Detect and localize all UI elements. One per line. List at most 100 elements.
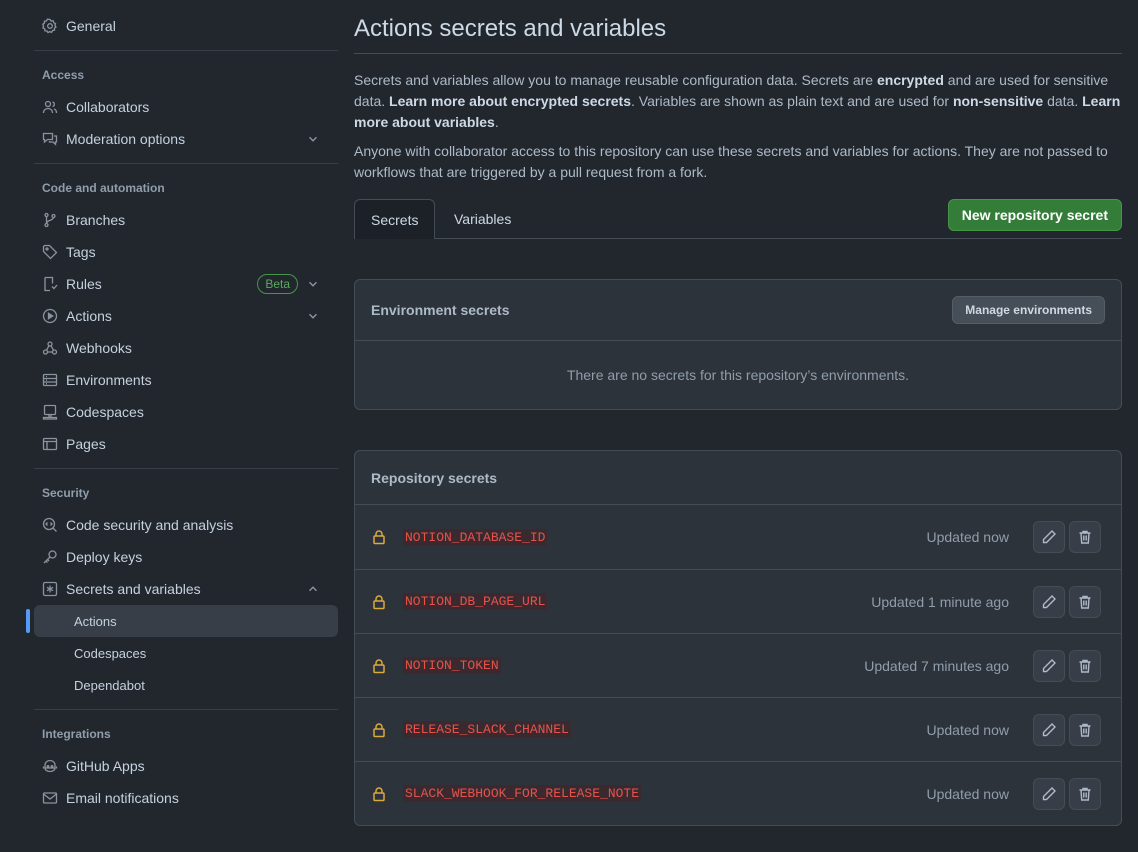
sidebar-item-label: Codespaces bbox=[66, 404, 144, 420]
sidebar-item-label: Webhooks bbox=[66, 340, 132, 356]
mail-icon bbox=[42, 790, 58, 806]
lock-icon bbox=[373, 594, 385, 609]
edit-secret-button[interactable] bbox=[1033, 585, 1065, 618]
comment-discussion-icon bbox=[42, 131, 58, 147]
sidebar-item-general[interactable]: General bbox=[26, 10, 338, 42]
trash-icon bbox=[1079, 659, 1091, 673]
pencil-icon bbox=[1042, 530, 1056, 544]
chevron-down-icon[interactable] bbox=[306, 132, 320, 146]
desc-text: . bbox=[494, 114, 499, 130]
delete-secret-button[interactable] bbox=[1069, 585, 1101, 618]
delete-secret-button[interactable] bbox=[1069, 649, 1101, 682]
sidebar-subitem-dependabot[interactable]: Dependabot bbox=[34, 669, 338, 701]
learn-more-secrets-link[interactable]: Learn more about encrypted secrets bbox=[389, 93, 631, 109]
sidebar-item-secrets-variables[interactable]: Secrets and variables bbox=[26, 573, 338, 605]
sidebar-subitem-label: Codespaces bbox=[74, 645, 147, 661]
git-branch-icon bbox=[42, 212, 58, 228]
sidebar-item-email-notifications[interactable]: Email notifications bbox=[26, 782, 338, 814]
pencil-icon bbox=[1042, 722, 1056, 736]
sidebar-item-code-security[interactable]: Code security and analysis bbox=[26, 509, 338, 541]
tab-secrets[interactable]: Secrets bbox=[354, 199, 436, 239]
secret-name: NOTION_TOKEN bbox=[403, 657, 501, 674]
people-icon bbox=[42, 99, 58, 115]
edit-secret-button[interactable] bbox=[1033, 649, 1065, 682]
secret-row: RELEASE_SLACK_CHANNEL Updated now bbox=[355, 697, 1121, 761]
new-repository-secret-button[interactable]: New repository secret bbox=[947, 199, 1122, 231]
repository-secrets-header: Repository secrets bbox=[355, 451, 1121, 505]
sidebar-item-label: Collaborators bbox=[66, 99, 150, 115]
manage-environments-button[interactable]: Manage environments bbox=[952, 296, 1105, 324]
environment-secrets-box: Environment secrets Manage environments … bbox=[354, 279, 1122, 410]
environment-secrets-title: Environment secrets bbox=[371, 302, 510, 318]
sidebar-item-label: Tags bbox=[66, 244, 96, 260]
gear-icon bbox=[42, 18, 58, 34]
edit-secret-button[interactable] bbox=[1033, 777, 1065, 810]
sidebar-item-label: General bbox=[66, 18, 116, 34]
desc-bold: encrypted bbox=[876, 72, 944, 88]
sidebar-item-branches[interactable]: Branches bbox=[26, 204, 338, 236]
sidebar-item-moderation[interactable]: Moderation options bbox=[26, 123, 338, 155]
section-title-access: Access bbox=[42, 68, 85, 82]
trash-icon bbox=[1079, 723, 1091, 737]
sidebar-item-environments[interactable]: Environments bbox=[26, 364, 338, 396]
page-title: Actions secrets and variables bbox=[354, 0, 1122, 54]
sidebar-item-label: Branches bbox=[66, 212, 126, 228]
edit-secret-button[interactable] bbox=[1033, 713, 1065, 746]
sidebar-item-pages[interactable]: Pages bbox=[26, 428, 338, 460]
secret-updated: Updated now bbox=[926, 529, 1009, 545]
sidebar-item-rules[interactable]: Rules Beta bbox=[26, 268, 338, 300]
lock-icon bbox=[373, 786, 385, 801]
chevron-down-icon[interactable] bbox=[306, 309, 320, 323]
key-asterisk-icon bbox=[42, 581, 58, 597]
settings-sidebar: General Access Collaborators Moderation … bbox=[26, 0, 338, 814]
divider bbox=[34, 50, 338, 51]
section-title-security: Security bbox=[42, 486, 90, 500]
sidebar-item-label: Environments bbox=[66, 372, 152, 388]
tag-icon bbox=[42, 244, 58, 260]
sidebar-item-deploy-keys[interactable]: Deploy keys bbox=[26, 541, 338, 573]
pencil-icon bbox=[1042, 786, 1056, 800]
edit-secret-button[interactable] bbox=[1033, 521, 1065, 553]
sidebar-item-label: Deploy keys bbox=[66, 549, 143, 565]
tabs: Secrets Variables New repository secret bbox=[354, 199, 1122, 239]
repository-secrets-box: Repository secrets NOTION_DATABASE_ID Up… bbox=[354, 450, 1122, 826]
play-icon bbox=[42, 308, 58, 324]
trash-icon bbox=[1079, 530, 1091, 544]
environment-secrets-header: Environment secrets Manage environments bbox=[355, 280, 1121, 341]
sidebar-item-collaborators[interactable]: Collaborators bbox=[26, 91, 338, 123]
sidebar-item-tags[interactable]: Tags bbox=[26, 236, 338, 268]
sidebar-item-codespaces[interactable]: Codespaces bbox=[26, 396, 338, 428]
secret-name: RELEASE_SLACK_CHANNEL bbox=[403, 721, 571, 738]
key-icon bbox=[42, 549, 58, 565]
secret-row: NOTION_TOKEN Updated 7 minutes ago bbox=[355, 633, 1121, 697]
chevron-up-icon[interactable] bbox=[306, 582, 320, 596]
sidebar-item-label: Actions bbox=[66, 308, 112, 324]
lock-icon bbox=[373, 658, 385, 673]
trash-icon bbox=[1079, 787, 1091, 801]
secret-updated: Updated now bbox=[926, 721, 1009, 738]
desc-text: data. bbox=[1043, 93, 1083, 109]
sidebar-item-label: Code security and analysis bbox=[66, 517, 234, 533]
secret-row: NOTION_DATABASE_ID Updated now bbox=[355, 505, 1121, 569]
secret-name: SLACK_WEBHOOK_FOR_RELEASE_NOTE bbox=[403, 785, 642, 802]
sidebar-subitem-actions[interactable]: Actions bbox=[26, 605, 338, 637]
tab-variables[interactable]: Variables bbox=[438, 199, 527, 239]
sidebar-item-webhooks[interactable]: Webhooks bbox=[26, 332, 338, 364]
sidebar-subitem-codespaces[interactable]: Codespaces bbox=[34, 637, 338, 669]
apps-icon bbox=[42, 758, 58, 774]
delete-secret-button[interactable] bbox=[1069, 777, 1101, 810]
sidebar-item-label: Secrets and variables bbox=[66, 581, 201, 597]
chevron-down-icon[interactable] bbox=[306, 277, 320, 291]
delete-secret-button[interactable] bbox=[1069, 713, 1101, 746]
sidebar-subitem-label: Actions bbox=[74, 613, 117, 629]
repo-rules-icon bbox=[42, 276, 58, 292]
sidebar-item-label: GitHub Apps bbox=[66, 758, 145, 774]
codescan-icon bbox=[42, 517, 58, 533]
secret-row: SLACK_WEBHOOK_FOR_RELEASE_NOTE Updated n… bbox=[355, 761, 1121, 825]
collaborator-note: Anyone with collaborator access to this … bbox=[354, 143, 1108, 180]
sidebar-item-github-apps[interactable]: GitHub Apps bbox=[26, 750, 338, 782]
section-title-code-automation: Code and automation bbox=[42, 181, 165, 195]
codespaces-icon bbox=[42, 404, 58, 420]
delete-secret-button[interactable] bbox=[1069, 521, 1101, 553]
sidebar-item-actions[interactable]: Actions bbox=[26, 300, 338, 332]
